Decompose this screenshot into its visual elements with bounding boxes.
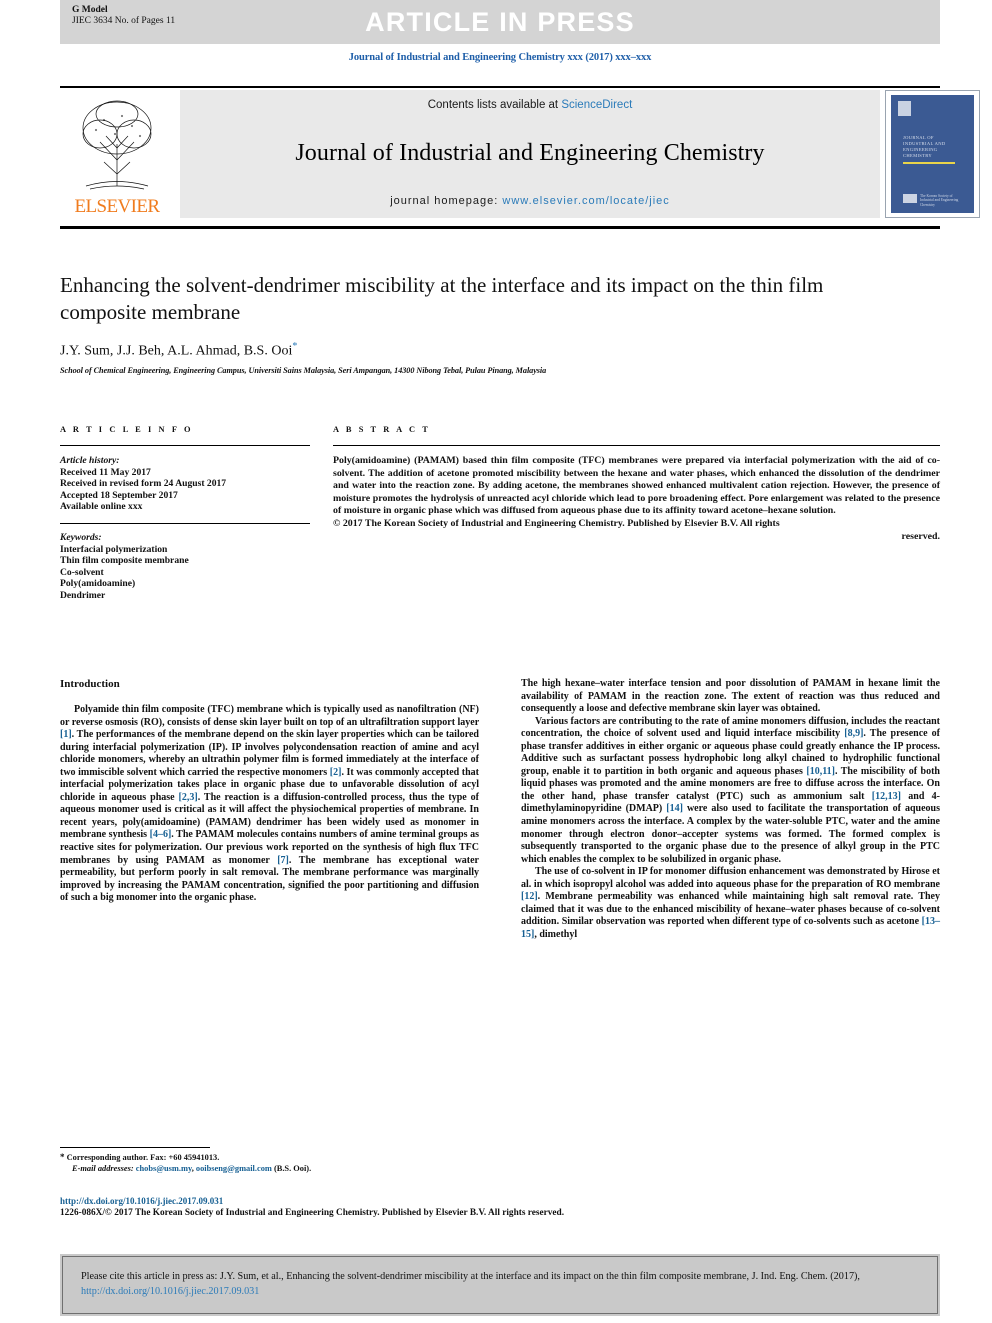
citation-ref[interactable]: [4–6] bbox=[150, 829, 172, 840]
citation-ref[interactable]: [14] bbox=[666, 803, 683, 814]
email-line: E-mail addresses: chobs@usm.my, ooibseng… bbox=[60, 1163, 490, 1174]
masthead-rule-top bbox=[60, 86, 940, 88]
article-in-press-text: ARTICLE IN PRESS bbox=[365, 6, 635, 37]
text-run: The use of co-solvent in IP for monomer … bbox=[521, 866, 940, 890]
article-history-label: Article history: bbox=[60, 455, 120, 466]
keyword-item: Poly(amidoamine) bbox=[60, 578, 136, 590]
article-info-divider bbox=[60, 445, 310, 446]
article-page: G Model JIEC 3634 No. of Pages 11 ARTICL… bbox=[0, 0, 992, 1323]
cover-title-text: JOURNAL OF INDUSTRIAL AND ENGINEERING CH… bbox=[903, 135, 946, 158]
keyword-item: Co-solvent bbox=[60, 566, 104, 578]
citation-ref[interactable]: [2] bbox=[330, 767, 342, 778]
section-heading-introduction: Introduction bbox=[60, 678, 120, 690]
corresponding-author-text: Corresponding author. Fax: +60 45941013. bbox=[66, 1153, 220, 1162]
issn-copyright-line: 1226-086X/© 2017 The Korean Society of I… bbox=[60, 1208, 565, 1218]
body-column-right: The high hexane–water interface tension … bbox=[521, 678, 940, 941]
cover-accent-bar bbox=[903, 162, 955, 164]
accepted-date: Accepted 18 September 2017 bbox=[60, 489, 178, 501]
masthead-rule-bottom bbox=[60, 226, 940, 229]
journal-cover-thumbnail: JOURNAL OF INDUSTRIAL AND ENGINEERING CH… bbox=[885, 90, 980, 218]
intro-paragraph-1: Polyamide thin film composite (TFC) memb… bbox=[60, 704, 479, 905]
cite-doi-link[interactable]: http://dx.doi.org/10.1016/j.jiec.2017.09… bbox=[81, 1286, 259, 1297]
citation-ref[interactable]: [10,11] bbox=[806, 766, 835, 777]
keywords-divider bbox=[60, 522, 310, 524]
doi-url-text: http://dx.doi.org/10.1016/j.jiec.2017.09… bbox=[60, 1196, 224, 1206]
masthead: ELSEVIER Contents lists available at Sci… bbox=[60, 90, 980, 218]
body-column-left: Introduction Polyamide thin film composi… bbox=[60, 678, 479, 905]
citation-ref[interactable]: [2,3] bbox=[179, 792, 198, 803]
citation-ref[interactable]: [1] bbox=[60, 729, 72, 740]
cover-society: The Korean Society of Industrial and Eng… bbox=[903, 194, 966, 207]
author-list: J.Y. Sum, J.J. Beh, A.L. Ahmad, B.S. Ooi… bbox=[60, 341, 860, 360]
revised-date: Received in revised form 24 August 2017 bbox=[60, 478, 227, 490]
corresponding-author-note: * Corresponding author. Fax: +60 4594101… bbox=[60, 1152, 490, 1163]
keyword-item: Thin film composite membrane bbox=[60, 555, 189, 567]
right-paragraph-3: The use of co-solvent in IP for monomer … bbox=[521, 866, 940, 941]
email-label: E-mail addresses: bbox=[72, 1164, 134, 1174]
footnote-star-marker: * bbox=[60, 1152, 65, 1162]
cite-text-run: Please cite this article in press as: J.… bbox=[81, 1271, 860, 1282]
received-date: Received 11 May 2017 bbox=[60, 466, 151, 478]
corresponding-author-marker: * bbox=[292, 341, 298, 352]
article-info-section: A R T I C L E I N F O Article history: R… bbox=[60, 425, 310, 602]
abstract-heading: A B S T R A C T bbox=[333, 425, 431, 434]
abstract-copyright-tail: reserved. bbox=[901, 530, 940, 542]
text-run: . Membrane permeability was enhanced whi… bbox=[521, 891, 940, 928]
email-owner: (B.S. Ooi). bbox=[273, 1164, 312, 1174]
right-paragraph-2: Various factors are contributing to the … bbox=[521, 716, 940, 867]
article-info-heading: A R T I C L E I N F O bbox=[60, 425, 194, 434]
cover-inner: JOURNAL OF INDUSTRIAL AND ENGINEERING CH… bbox=[891, 95, 974, 213]
cite-text: Please cite this article in press as: J.… bbox=[81, 1270, 919, 1299]
journal-homepage-link[interactable]: www.elsevier.com/locate/jiec bbox=[502, 195, 669, 207]
cite-box-inner: Please cite this article in press as: J.… bbox=[62, 1256, 938, 1314]
cover-emblem-icon bbox=[898, 101, 911, 116]
email-link-secondary[interactable]: ooibseng@gmail.com bbox=[196, 1164, 272, 1173]
doi-link-footer[interactable]: http://dx.doi.org/10.1016/j.jiec.2017.09… bbox=[60, 1196, 223, 1206]
text-run: , dimethyl bbox=[534, 928, 578, 940]
available-online: Available online xxx bbox=[60, 501, 143, 513]
homepage-prefix: journal homepage: bbox=[390, 195, 503, 207]
cite-this-article-box: Please cite this article in press as: J.… bbox=[60, 1254, 940, 1316]
author-names: J.Y. Sum, J.J. Beh, A.L. Ahmad, B.S. Ooi bbox=[60, 343, 293, 359]
abstract-section: A B S T R A C T Poly(amidoamine) (PAMAM)… bbox=[333, 425, 940, 543]
sciencedirect-link[interactable]: ScienceDirect bbox=[561, 99, 632, 111]
citation-ref[interactable]: [12] bbox=[521, 891, 538, 902]
masthead-box: Contents lists available at ScienceDirec… bbox=[180, 90, 880, 218]
keyword-item: Dendrimer bbox=[60, 589, 106, 601]
abstract-copyright: © 2017 The Korean Society of Industrial … bbox=[333, 517, 780, 529]
citation-ref[interactable]: [8,9] bbox=[844, 728, 863, 739]
svg-text:ELSEVIER: ELSEVIER bbox=[75, 196, 161, 217]
keywords-label: Keywords: bbox=[60, 531, 102, 543]
footnote-divider bbox=[60, 1147, 210, 1148]
footnote-block: * Corresponding author. Fax: +60 4594101… bbox=[60, 1152, 490, 1174]
abstract-divider bbox=[333, 445, 940, 446]
keyword-item: Interfacial polymerization bbox=[60, 543, 168, 555]
abstract-body: Poly(amidoamine) (PAMAM) based thin film… bbox=[333, 455, 940, 517]
email-link-primary[interactable]: chobs@usm.my bbox=[136, 1164, 192, 1173]
right-paragraph-1: The high hexane–water interface tension … bbox=[521, 678, 940, 715]
elsevier-logo: ELSEVIER bbox=[60, 90, 175, 218]
text-run: Polyamide thin film composite (TFC) memb… bbox=[60, 704, 479, 728]
journal-homepage-line: journal homepage: www.elsevier.com/locat… bbox=[390, 195, 670, 207]
citation-ref[interactable]: [7] bbox=[277, 855, 289, 866]
society-logo-icon bbox=[903, 194, 917, 203]
contents-line: Contents lists available at ScienceDirec… bbox=[428, 99, 633, 111]
contents-prefix: Contents lists available at bbox=[427, 99, 562, 111]
affiliation: School of Chemical Engineering, Engineer… bbox=[60, 366, 547, 375]
journal-title: Journal of Industrial and Engineering Ch… bbox=[295, 139, 765, 166]
page-title: Enhancing the solvent-dendrimer miscibil… bbox=[60, 273, 824, 324]
journal-running-head: Journal of Industrial and Engineering Ch… bbox=[348, 52, 652, 63]
citation-ref[interactable]: [12,13] bbox=[872, 791, 901, 802]
